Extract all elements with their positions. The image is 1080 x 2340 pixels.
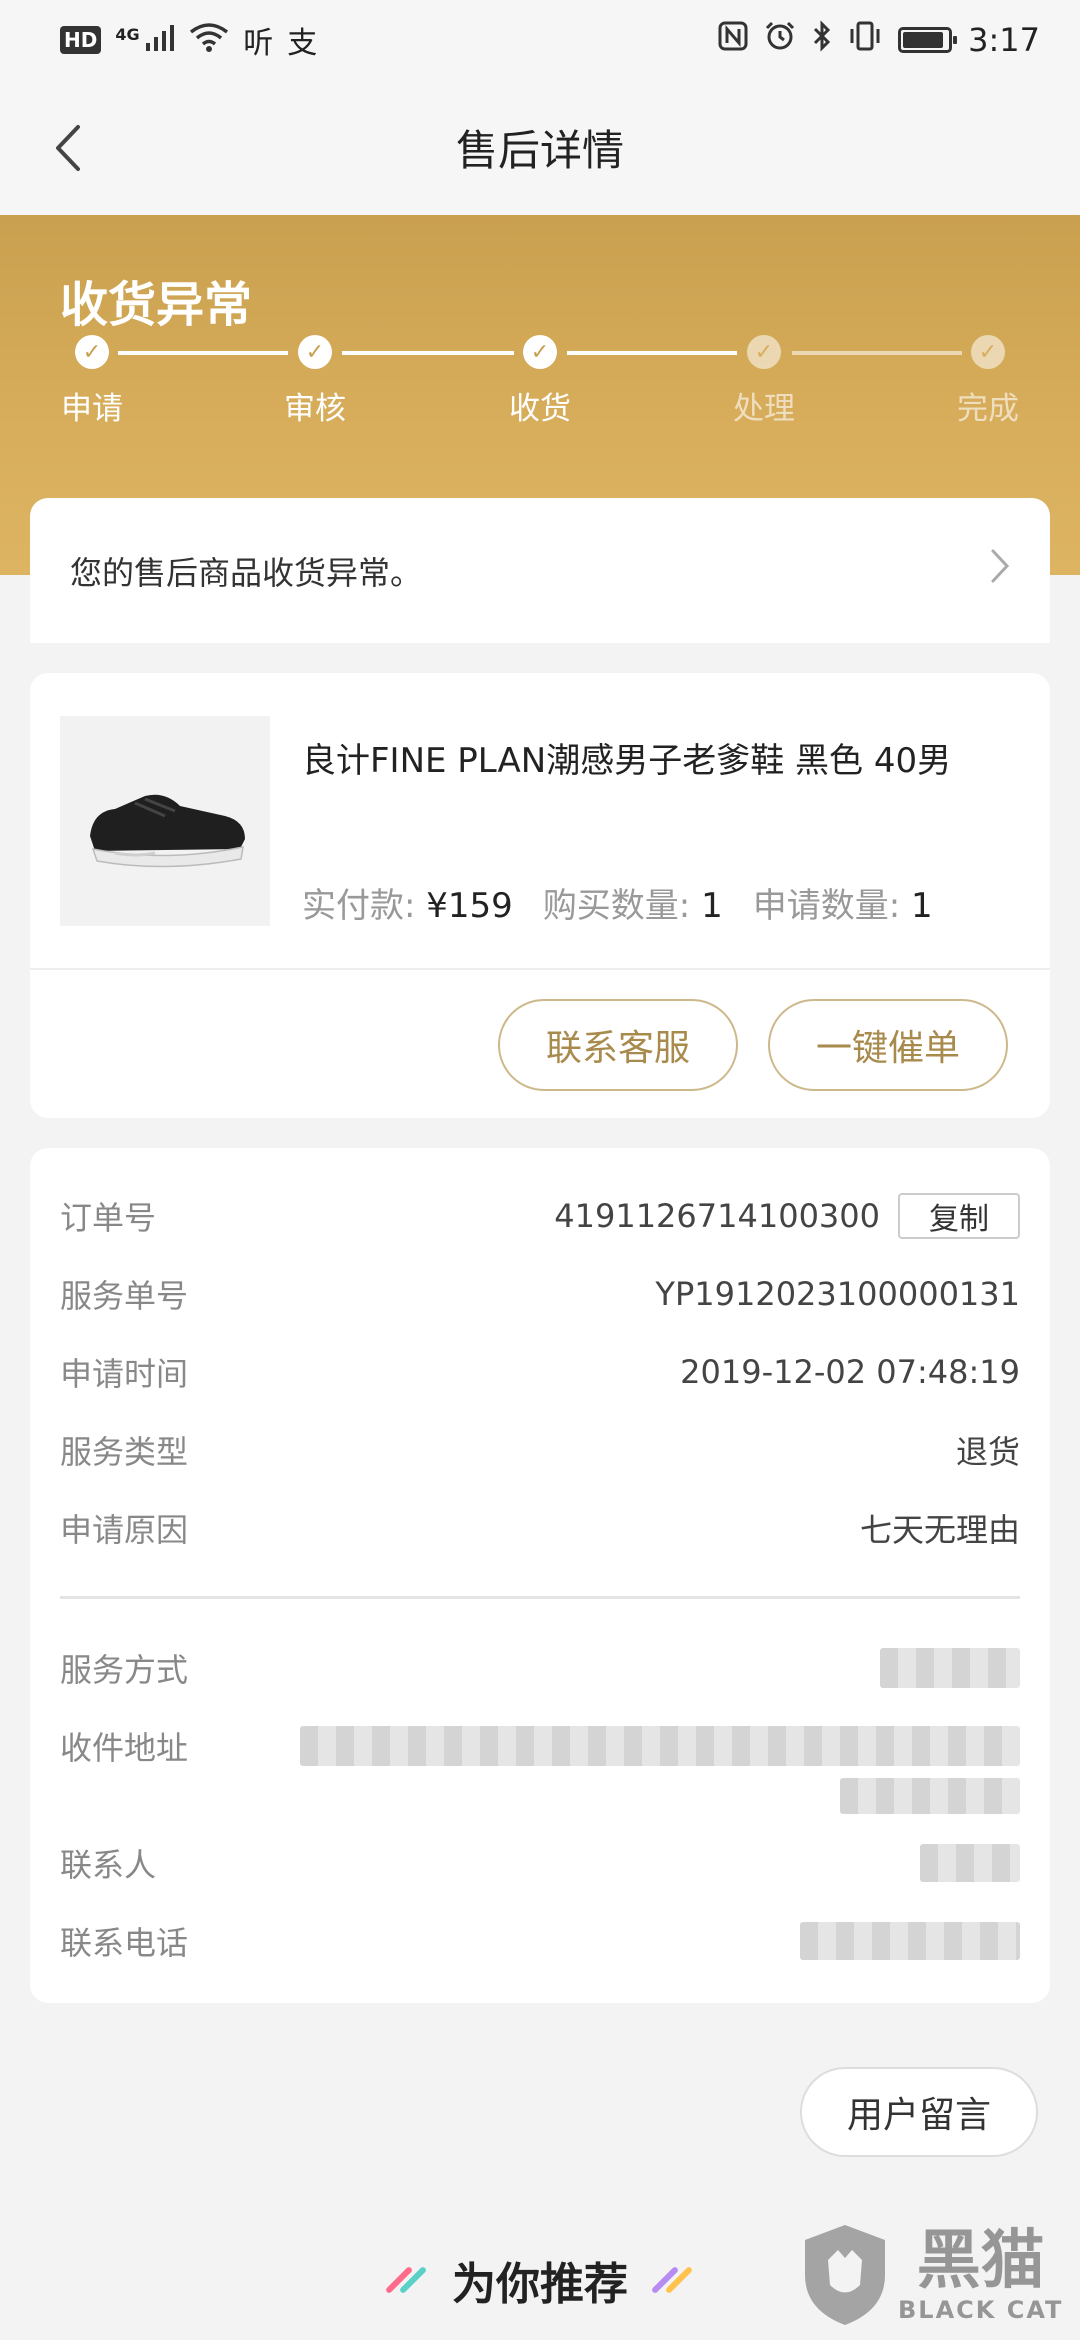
service-detail-card: 订单号 4191126714100300 复制 服务单号 YP191202310…: [30, 1148, 1050, 2003]
ting-app-icon: 听: [243, 26, 274, 61]
user-message-button[interactable]: 用户留言: [800, 2067, 1038, 2157]
status-right: 3:17: [718, 20, 1040, 60]
alipay-app-icon: 支: [287, 26, 318, 61]
step-apply: ✓ 申请: [32, 335, 152, 428]
address-row: 收件地址: [60, 1716, 1020, 1776]
chevron-right-icon: [990, 548, 1010, 593]
redacted-value: [300, 1726, 1020, 1766]
reason-value: 七天无理由: [859, 1511, 1020, 1549]
status-time: 3:17: [968, 21, 1040, 59]
step-label: 收货: [509, 391, 571, 427]
status-notice[interactable]: 您的售后商品收货异常。: [30, 498, 1050, 643]
signal-4g-icon: 4G: [115, 25, 175, 55]
redacted-value: [800, 1922, 1020, 1960]
check-icon: ✓: [747, 335, 781, 369]
notice-text: 您的售后商品收货异常。: [70, 553, 423, 592]
paid-amount: 实付款: ¥159: [302, 878, 513, 927]
order-number-label: 订单号: [60, 1199, 157, 1237]
contact-person-row: 联系人: [60, 1833, 1020, 1893]
step-label: 处理: [733, 391, 795, 427]
chevron-left-icon: [56, 125, 80, 171]
service-type-value: 退货: [955, 1433, 1020, 1471]
check-icon: ✓: [298, 335, 332, 369]
service-number-label: 服务单号: [60, 1277, 189, 1315]
reason-row: 申请原因 七天无理由: [60, 1498, 1020, 1558]
urge-order-button[interactable]: 一键催单: [768, 999, 1008, 1091]
after-sale-status-title: 收货异常: [60, 277, 253, 333]
product-name[interactable]: 良计FINE PLAN潮感男子老爹鞋 黑色 40男: [302, 733, 1022, 789]
redacted-value: [920, 1844, 1020, 1882]
buy-qty-value: 1: [701, 886, 723, 926]
watermark-text: 黑猫 BLACK CAT: [898, 2226, 1063, 2324]
redacted-value: [840, 1778, 1020, 1814]
check-icon: ✓: [971, 335, 1005, 369]
phone-label: 联系电话: [60, 1924, 189, 1962]
paid-value: ¥159: [426, 886, 513, 926]
buy-quantity: 购买数量: 1: [543, 878, 723, 927]
sneaker-icon: [90, 794, 245, 868]
redacted-value: [880, 1648, 1020, 1688]
hd-icon: HD: [60, 26, 102, 54]
alarm-icon: [764, 20, 796, 60]
watermark-en: BLACK CAT: [898, 2296, 1064, 2324]
step-label: 申请: [61, 391, 123, 427]
check-icon: ✓: [523, 335, 557, 369]
apply-qty-label: 申请数量:: [752, 886, 901, 926]
status-left: HD 4G 听 支: [60, 18, 317, 62]
step-complete: ✓ 完成: [928, 335, 1048, 428]
vibrate-icon: [848, 21, 882, 59]
nfc-icon: [718, 21, 748, 59]
wifi-icon: [189, 22, 229, 59]
service-number-value: YP1912023100000131: [655, 1275, 1020, 1313]
paid-label: 实付款:: [302, 886, 416, 926]
decorative-slash-icon: [650, 2265, 698, 2295]
nav-bar: 售后详情: [0, 80, 1080, 215]
contact-service-button[interactable]: 联系客服: [498, 999, 738, 1091]
step-label: 审核: [284, 391, 346, 427]
address-label: 收件地址: [60, 1729, 189, 1767]
bluetooth-icon: [812, 20, 832, 60]
product-meta: 实付款: ¥159 购买数量: 1 申请数量: 1: [302, 878, 933, 927]
copy-button[interactable]: 复制: [898, 1193, 1020, 1239]
service-type-label: 服务类型: [60, 1433, 189, 1471]
recommend-title: 为你推荐: [452, 2259, 628, 2310]
apply-qty-value: 1: [911, 886, 933, 926]
apply-quantity: 申请数量: 1: [753, 878, 933, 927]
contact-person-label: 联系人: [60, 1846, 157, 1884]
product-image[interactable]: [60, 716, 270, 926]
step-review: ✓ 审核: [255, 335, 375, 428]
apply-time-row: 申请时间 2019-12-02 07:48:19: [60, 1342, 1020, 1402]
reason-label: 申请原因: [60, 1511, 189, 1549]
watermark-cn: 黑猫: [916, 2224, 1045, 2298]
apply-time-label: 申请时间: [60, 1355, 189, 1393]
order-number-value: 4191126714100300: [554, 1197, 880, 1235]
service-method-row: 服务方式: [60, 1638, 1020, 1698]
black-cat-watermark: 黑猫 BLACK CAT: [800, 2210, 1080, 2340]
battery-icon: [898, 27, 958, 53]
service-number-row: 服务单号 YP1912023100000131: [60, 1264, 1020, 1324]
cat-shield-icon: [805, 2225, 885, 2325]
divider: [60, 1596, 1020, 1599]
back-button[interactable]: [40, 120, 96, 176]
phone-row: 联系电话: [60, 1911, 1020, 1971]
service-type-row: 服务类型 退货: [60, 1420, 1020, 1480]
service-method-label: 服务方式: [60, 1651, 189, 1689]
order-number-row: 订单号 4191126714100300 复制: [60, 1186, 1020, 1246]
buy-qty-label: 购买数量:: [542, 886, 691, 926]
step-receive: ✓ 收货: [480, 335, 600, 428]
status-bar: HD 4G 听 支 3:17: [0, 0, 1080, 80]
product-card: 良计FINE PLAN潮感男子老爹鞋 黑色 40男 实付款: ¥159 购买数量…: [30, 673, 1050, 1118]
decorative-slash-icon: [382, 2265, 428, 2295]
apply-time-value: 2019-12-02 07:48:19: [680, 1353, 1020, 1391]
step-label: 完成: [957, 391, 1019, 427]
progress-steps: ✓ 申请 ✓ 审核 ✓ 收货 ✓ 处理 ✓ 完成: [0, 335, 1080, 435]
divider: [30, 968, 1050, 970]
page-title: 售后详情: [455, 126, 624, 175]
network-label: 4G: [115, 25, 140, 44]
check-icon: ✓: [75, 335, 109, 369]
step-process: ✓ 处理: [704, 335, 824, 428]
